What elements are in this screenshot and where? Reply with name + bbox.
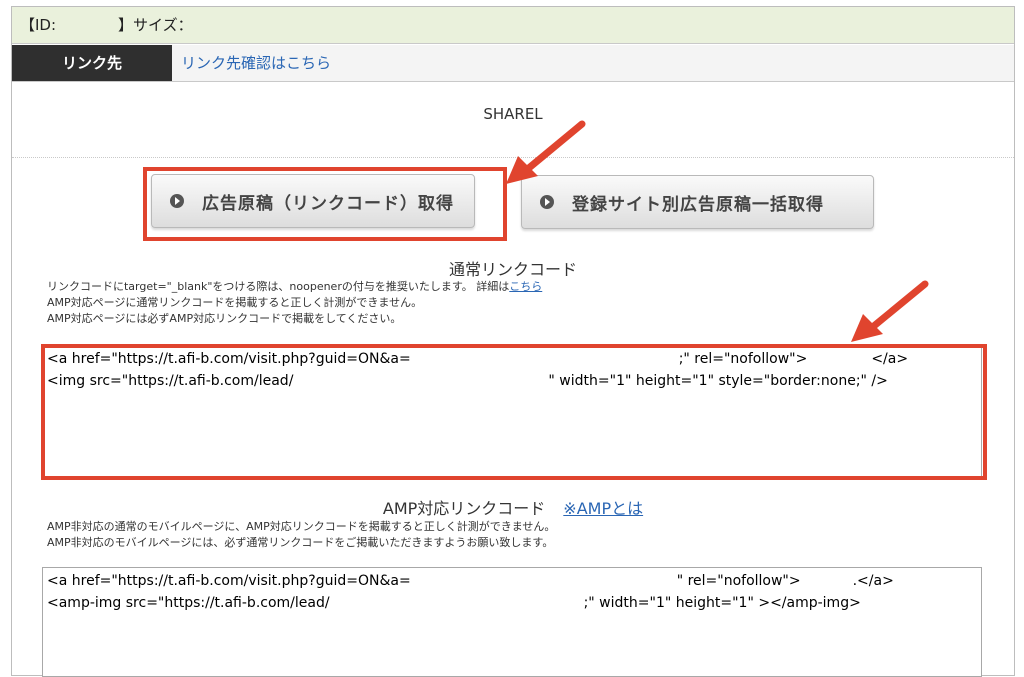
amp-code-notes: AMP非対応の通常のモバイルページに、AMP対応リンクコードを掲載すると正しく計…	[47, 519, 555, 551]
bulk-get-label: 登録サイト別広告原稿一括取得	[572, 194, 824, 215]
link-destination-label: リンク先	[12, 45, 172, 81]
highlight-frame-code	[41, 344, 987, 480]
highlight-frame-button	[143, 167, 507, 241]
note-amp-required: AMP対応ページには必ずAMP対応リンクコードで掲載をしてください。	[47, 312, 402, 325]
note-amp-warning: AMP対応ページに通常リンクコードを掲載すると正しく計測ができません。	[47, 296, 423, 309]
code-text: " rel="nofollow">	[676, 573, 801, 589]
amp-code-title-row: AMP対応リンクコード ※AMPとは	[12, 495, 1014, 519]
size-label: 】サイズ：	[118, 16, 193, 34]
what-is-amp-link[interactable]: ※AMPとは	[563, 499, 643, 518]
note-amp-nonsupport: AMP非対応の通常のモバイルページに、AMP対応リンクコードを掲載すると正しく計…	[47, 520, 556, 533]
code-text: <amp-img src="https://t.afi-b.com/lead/	[47, 595, 330, 611]
code-text: ;" width="1" height="1" ></amp-img>	[583, 595, 861, 611]
link-row: リンク先 リンク先確認はこちら	[12, 45, 1014, 82]
normal-code-notes: リンクコードにtarget="_blank"をつける際は、noopenerの付与…	[47, 279, 542, 327]
play-circle-icon	[540, 195, 554, 209]
details-link[interactable]: こちら	[509, 280, 542, 293]
normal-code-title: 通常リンクコード	[448, 260, 577, 279]
amp-code-title: AMP対応リンクコード	[382, 499, 546, 518]
header-row: 【ID: 】サイズ：	[12, 7, 1014, 44]
arrow-icon	[851, 280, 929, 342]
arrow-icon	[506, 120, 586, 184]
link-destination-check-link[interactable]: リンク先確認はこちら	[181, 45, 331, 81]
note-noopener: リンクコードにtarget="_blank"をつける際は、noopenerの付与…	[47, 280, 510, 293]
code-text: .</a>	[852, 573, 894, 589]
note-amp-nonsupport-required: AMP非対応のモバイルページには、必ず通常リンクコードをご掲載いただきますようお…	[47, 536, 554, 549]
amp-link-code-textarea[interactable]: <a href="https://t.afi-b.com/visit.php?g…	[42, 567, 982, 677]
code-text: <a href="https://t.afi-b.com/visit.php?g…	[47, 573, 411, 589]
id-prefix: 【ID:	[20, 16, 57, 34]
